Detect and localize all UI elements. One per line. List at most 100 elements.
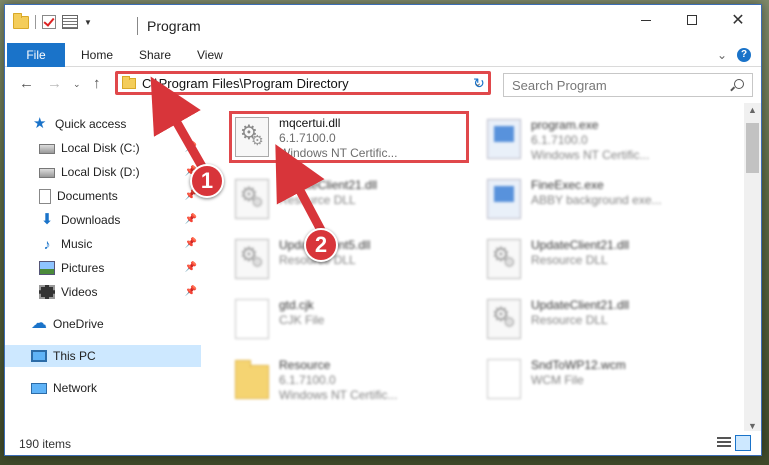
file-type: WCM File [531,373,584,387]
refresh-button[interactable]: ↻ [467,71,491,95]
cloud-icon: ☁ [31,315,47,332]
refresh-icon: ↻ [473,74,485,91]
folder-icon [122,75,136,89]
title-divider [137,17,138,35]
quick-access-toolbar: ▼ [13,12,92,29]
chevron-down-icon[interactable]: ▼ [84,18,92,27]
file-type: Resource DLL [279,193,356,207]
disk-icon [39,144,55,154]
sidebar-item-downloads[interactable]: ⬇ Downloads 📌 [5,209,201,231]
forward-arrow-icon[interactable]: → [47,75,62,92]
search-icon[interactable] [734,79,744,89]
file-version: 6.1.7100.0 [279,131,336,145]
sidebar-item-pictures[interactable]: Pictures 📌 [5,257,201,279]
tab-home[interactable]: Home [67,43,127,67]
dll-icon [487,299,521,339]
sidebar-item-label: Local Disk (C:) [61,141,140,155]
folder-icon [235,360,269,399]
file-item-mqcertui-dll[interactable]: mqcertui.dll 6.1.7100.0 Windows NT Certi… [229,111,469,163]
sidebar-item-label: Network [53,381,98,395]
item-count: 190 items [19,437,72,451]
address-path[interactable]: C:\Program Files\Program Directory [142,76,474,91]
ribbon-tabs: File Home Share View ⌄ ? [5,43,761,67]
tiles-view-icon[interactable] [735,435,751,451]
sidebar-item-label: Pictures [61,261,105,275]
sidebar-item-label: Quick access [55,117,127,131]
help-icon[interactable]: ? [737,48,751,62]
dll-icon [235,117,269,157]
file-item[interactable]: UpdateClient21.dll Resource DLL [481,293,721,345]
pictures-icon [39,261,55,275]
file-name: gtd.cjk [279,298,314,312]
navigation-pane: ★ Quick access Local Disk (C:) 📌 Local D… [5,103,205,429]
sidebar-item-videos[interactable]: Videos 📌 [5,281,201,303]
tab-file[interactable]: File [7,43,65,67]
pin-icon: 📌 [184,286,197,297]
file-item[interactable]: Resource 6.1.7100.0 Windows NT Certific.… [229,353,469,405]
sidebar-item-music[interactable]: ♪ Music 📌 [5,233,201,255]
sidebar-item-label: Videos [61,285,98,299]
folder-icon [13,12,29,29]
search-input[interactable] [504,74,724,96]
file-item[interactable]: gtd.cjk CJK File [229,293,469,345]
scroll-down-icon[interactable]: ▼ [748,421,757,431]
file-item[interactable]: FineExec.exe ABBY background exe... [481,173,721,225]
file-version: 6.1.7100.0 [279,373,336,387]
dll-icon [487,239,521,279]
sidebar-item-this-pc[interactable]: This PC [5,345,201,367]
address-bar[interactable]: C:\Program Files\Program Directory ⌄ [115,71,491,95]
sidebar-item-quick-access[interactable]: ★ Quick access [5,113,201,135]
expand-ribbon-icon[interactable]: ⌄ [717,48,727,62]
sidebar-item-onedrive[interactable]: ☁ OneDrive [5,313,201,335]
back-arrow-icon[interactable]: ← [19,75,34,92]
scrollbar-thumb[interactable] [746,123,759,173]
file-list: mqcertui.dll 6.1.7100.0 Windows NT Certi… [209,103,739,429]
file-item[interactable]: SndToWP12.wcm WCM File [481,353,721,405]
file-type: Resource DLL [531,253,608,267]
disk-icon [39,168,55,178]
toolbar-divider [35,15,36,29]
minimize-button[interactable] [623,5,669,35]
sidebar-item-label: Documents [57,189,118,203]
file-item[interactable]: program.exe 6.1.7100.0 Windows NT Certif… [481,113,721,165]
callout-step-1: 1 [190,164,224,198]
file-name: mqcertui.dll [279,116,341,130]
pin-icon: 📌 [184,262,197,273]
close-button[interactable]: ✕ [715,5,761,35]
star-icon: ★ [33,115,47,132]
file-name: Resource [279,358,331,372]
sidebar-item-label: Downloads [61,213,121,227]
tab-view[interactable]: View [183,43,237,67]
pin-icon: 📌 [184,142,197,153]
up-arrow-icon[interactable]: ↑ [93,75,101,92]
pin-icon: 📌 [184,238,197,249]
sidebar-item-local-disk-c[interactable]: Local Disk (C:) 📌 [5,137,201,159]
sidebar-item-network[interactable]: Network [5,377,201,399]
properties-icon[interactable] [62,15,78,29]
search-box[interactable] [503,73,753,97]
callout-step-2: 2 [304,228,338,262]
file-type: CJK File [279,313,325,327]
sidebar-item-local-disk-d[interactable]: Local Disk (D:) 📌 [5,161,201,183]
file-type: Resource DLL [531,313,608,327]
scroll-up-icon[interactable]: ▲ [748,105,757,115]
details-view-icon[interactable] [717,437,731,449]
minimize-icon [641,19,651,21]
documents-icon [39,188,51,204]
maximize-button[interactable] [669,5,715,35]
file-item[interactable]: UpdateClient5.dll Resource DLL [229,233,469,285]
network-icon [31,382,47,394]
vertical-scrollbar[interactable]: ▲ ▼ [744,103,761,433]
recent-locations-icon[interactable]: ⌄ [73,79,81,90]
title-bar: ▼ Program ✕ [5,5,761,43]
file-description: Windows NT Certific... [279,388,398,402]
sidebar-item-documents[interactable]: Documents 📌 [5,185,201,207]
tab-share[interactable]: Share [125,43,185,67]
file-item[interactable]: UpdateClient21.dll Resource DLL [229,173,469,225]
file-item[interactable]: UpdateClient21.dll Resource DLL [481,233,721,285]
file-icon [487,359,521,399]
file-version: 6.1.7100.0 [531,133,588,147]
maximize-icon [687,15,697,25]
navigation-bar: ← → ⌄ ↑ C:\Program Files\Program Directo… [5,67,761,101]
checkbox-icon[interactable] [42,15,56,29]
